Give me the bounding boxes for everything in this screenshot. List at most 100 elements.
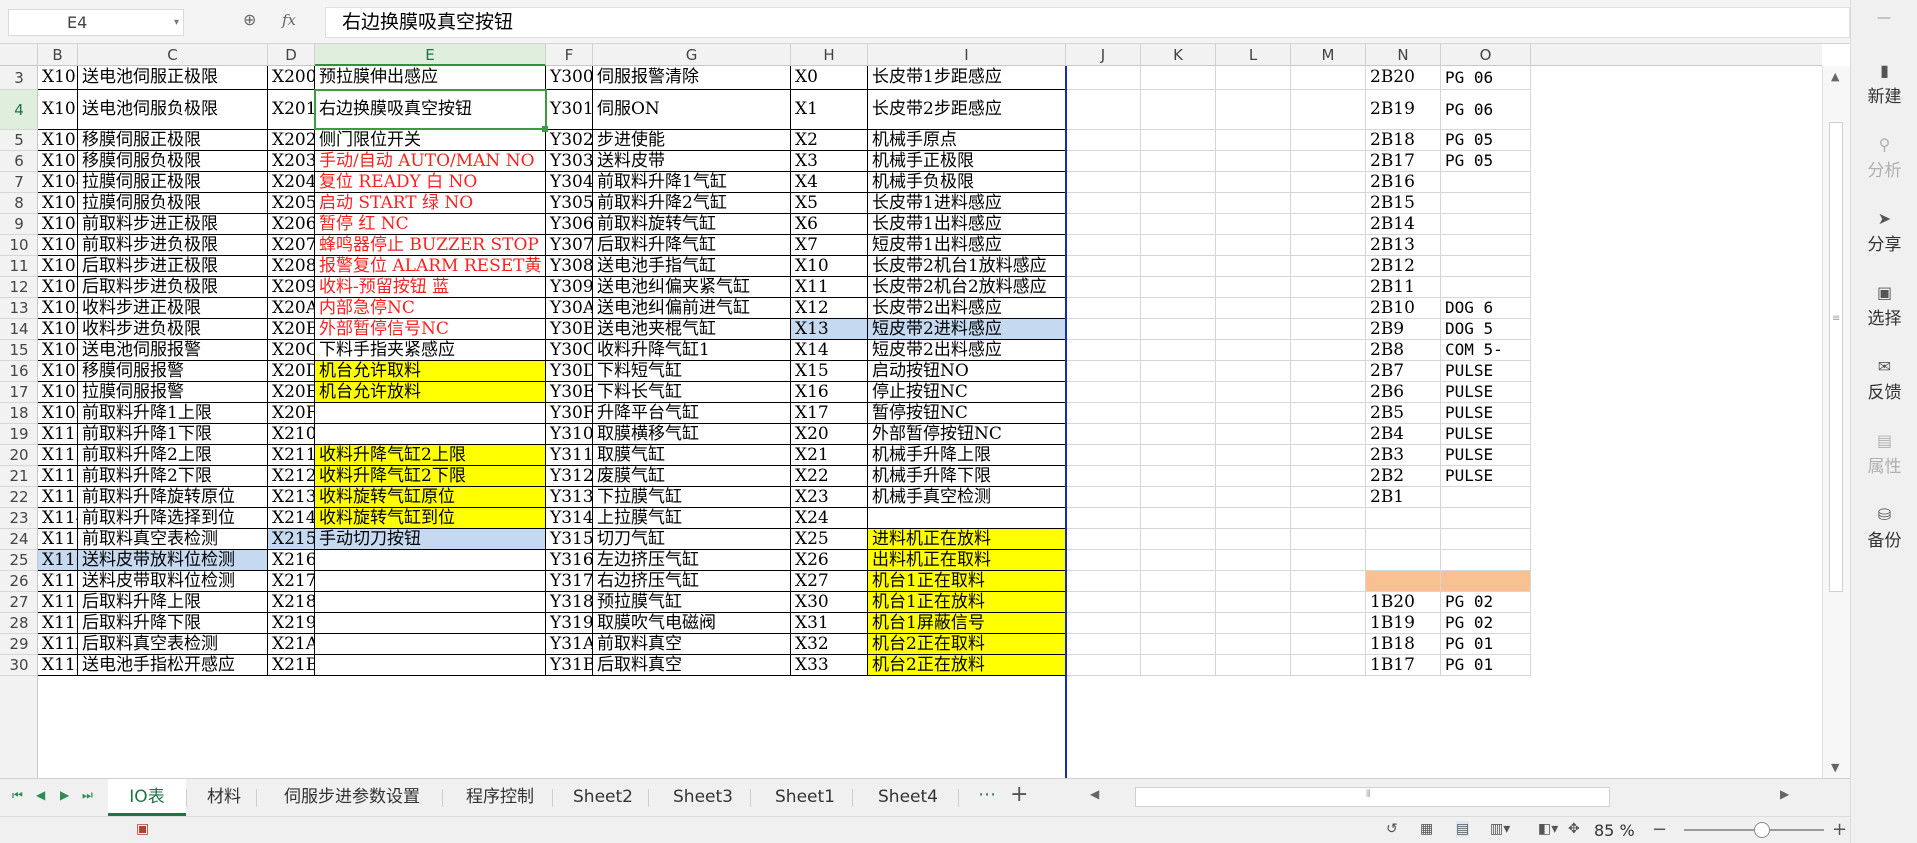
reading-mode-icon[interactable]: ◧▾ <box>1538 821 1558 837</box>
cell-d20[interactable]: X211 <box>268 445 315 466</box>
horizontal-scroll-thumb[interactable]: ⦀ <box>1135 787 1610 807</box>
fx-button[interactable]: fx <box>282 11 296 29</box>
row-header-12[interactable]: 12 <box>0 277 37 298</box>
cell-o4[interactable]: PG 06 <box>1441 90 1531 130</box>
cell-l14[interactable] <box>1216 319 1291 340</box>
cell-f23[interactable]: Y314 <box>546 508 593 529</box>
cell-f9[interactable]: Y306 <box>546 214 593 235</box>
row-header-9[interactable]: 9 <box>0 214 37 235</box>
cell-o20[interactable]: PULSE <box>1441 445 1531 466</box>
cell-i3[interactable]: 长皮带1步距感应 <box>868 66 1066 90</box>
cell-h7[interactable]: X4 <box>791 172 868 193</box>
cell-e24[interactable]: 手动切刀按钮 <box>315 529 546 550</box>
cell-j24[interactable] <box>1066 529 1141 550</box>
cell-h15[interactable]: X14 <box>791 340 868 361</box>
cell-l26[interactable] <box>1216 571 1291 592</box>
fill-handle[interactable] <box>542 126 548 132</box>
column-header-c[interactable]: C <box>78 44 268 66</box>
cell-m3[interactable] <box>1291 66 1366 90</box>
cell-f27[interactable]: Y318 <box>546 592 593 613</box>
cell-d12[interactable]: X209 <box>268 277 315 298</box>
cell-c25[interactable]: 送料皮带放料位检测 <box>78 550 268 571</box>
cell-d28[interactable]: X219 <box>268 613 315 634</box>
cell-k24[interactable] <box>1141 529 1216 550</box>
cell-h17[interactable]: X16 <box>791 382 868 403</box>
cell-j4[interactable] <box>1066 90 1141 130</box>
cell-f12[interactable]: Y309 <box>546 277 593 298</box>
cell-j18[interactable] <box>1066 403 1141 424</box>
cell-o10[interactable] <box>1441 235 1531 256</box>
cell-i9[interactable]: 长皮带1出料感应 <box>868 214 1066 235</box>
column-header-e[interactable]: E <box>315 44 546 66</box>
cell-b23[interactable]: X114 <box>38 508 78 529</box>
cell-g30[interactable]: 后取料真空 <box>593 655 791 676</box>
cell-j17[interactable] <box>1066 382 1141 403</box>
prev-sheet-icon[interactable]: ◀ <box>36 788 45 802</box>
cell-e27[interactable] <box>315 592 546 613</box>
cell-h12[interactable]: X11 <box>791 277 868 298</box>
row-header-8[interactable]: 8 <box>0 193 37 214</box>
cell-i19[interactable]: 外部暂停按钮NC <box>868 424 1066 445</box>
cell-l9[interactable] <box>1216 214 1291 235</box>
cell-j23[interactable] <box>1066 508 1141 529</box>
cell-c19[interactable]: 前取料升降1下限 <box>78 424 268 445</box>
cell-g10[interactable]: 后取料升降气缸 <box>593 235 791 256</box>
cell-m21[interactable] <box>1291 466 1366 487</box>
cell-l19[interactable] <box>1216 424 1291 445</box>
cell-g23[interactable]: 上拉膜气缸 <box>593 508 791 529</box>
cell-d4[interactable]: X201 <box>268 90 315 130</box>
cell-b28[interactable]: X119 <box>38 613 78 634</box>
cell-i28[interactable]: 机台1屏蔽信号 <box>868 613 1066 634</box>
formula-input[interactable]: 右边换膜吸真空按钮 <box>325 7 1850 38</box>
cell-f5[interactable]: Y302 <box>546 130 593 151</box>
horizontal-scrollbar[interactable]: ◀ ⦀ ▶ <box>1090 785 1800 809</box>
cell-d15[interactable]: X20C <box>268 340 315 361</box>
cell-i6[interactable]: 机械手正极限 <box>868 151 1066 172</box>
cell-l5[interactable] <box>1216 130 1291 151</box>
row-header-28[interactable]: 28 <box>0 613 37 634</box>
row-header-20[interactable]: 20 <box>0 445 37 466</box>
cell-k14[interactable] <box>1141 319 1216 340</box>
cell-g8[interactable]: 前取料升降2气缸 <box>593 193 791 214</box>
cell-g24[interactable]: 切刀气缸 <box>593 529 791 550</box>
cell-c13[interactable]: 收料步进正极限 <box>78 298 268 319</box>
cell-j26[interactable] <box>1066 571 1141 592</box>
row-header-23[interactable]: 23 <box>0 508 37 529</box>
cell-h29[interactable]: X32 <box>791 634 868 655</box>
page-break-icon[interactable]: ▥▾ <box>1490 821 1510 837</box>
cell-l28[interactable] <box>1216 613 1291 634</box>
sheet-tab-3[interactable]: 程序控制 <box>448 779 552 816</box>
cell-e17[interactable]: 机台允许放料 <box>315 382 546 403</box>
row-header-5[interactable]: 5 <box>0 130 37 151</box>
cell-d23[interactable]: X214 <box>268 508 315 529</box>
cell-j14[interactable] <box>1066 319 1141 340</box>
cell-d29[interactable]: X21A <box>268 634 315 655</box>
cell-j9[interactable] <box>1066 214 1141 235</box>
cell-j8[interactable] <box>1066 193 1141 214</box>
cell-d10[interactable]: X207 <box>268 235 315 256</box>
cell-m8[interactable] <box>1291 193 1366 214</box>
cell-m30[interactable] <box>1291 655 1366 676</box>
cell-e19[interactable] <box>315 424 546 445</box>
cell-e4[interactable]: 右边换膜吸真空按钮 <box>315 90 546 130</box>
cell-o9[interactable] <box>1441 214 1531 235</box>
cell-l13[interactable] <box>1216 298 1291 319</box>
row-header-6[interactable]: 6 <box>0 151 37 172</box>
cell-o7[interactable] <box>1441 172 1531 193</box>
cell-j15[interactable] <box>1066 340 1141 361</box>
cell-n25[interactable] <box>1366 550 1441 571</box>
cell-f17[interactable]: Y30E <box>546 382 593 403</box>
scroll-up-icon[interactable]: ▲ <box>1831 70 1839 83</box>
column-header-g[interactable]: G <box>593 44 791 66</box>
chevron-down-icon[interactable]: ▾ <box>174 10 179 35</box>
vertical-scroll-thumb[interactable]: ≡ <box>1829 122 1843 592</box>
cell-f21[interactable]: Y312 <box>546 466 593 487</box>
cell-k21[interactable] <box>1141 466 1216 487</box>
cell-e8[interactable]: 启动 START 绿 NO <box>315 193 546 214</box>
cell-j22[interactable] <box>1066 487 1141 508</box>
cell-m24[interactable] <box>1291 529 1366 550</box>
cell-i18[interactable]: 暂停按钮NC <box>868 403 1066 424</box>
cell-o25[interactable] <box>1441 550 1531 571</box>
name-box[interactable]: E4 ▾ <box>8 9 184 36</box>
cell-b5[interactable]: X102 <box>38 130 78 151</box>
